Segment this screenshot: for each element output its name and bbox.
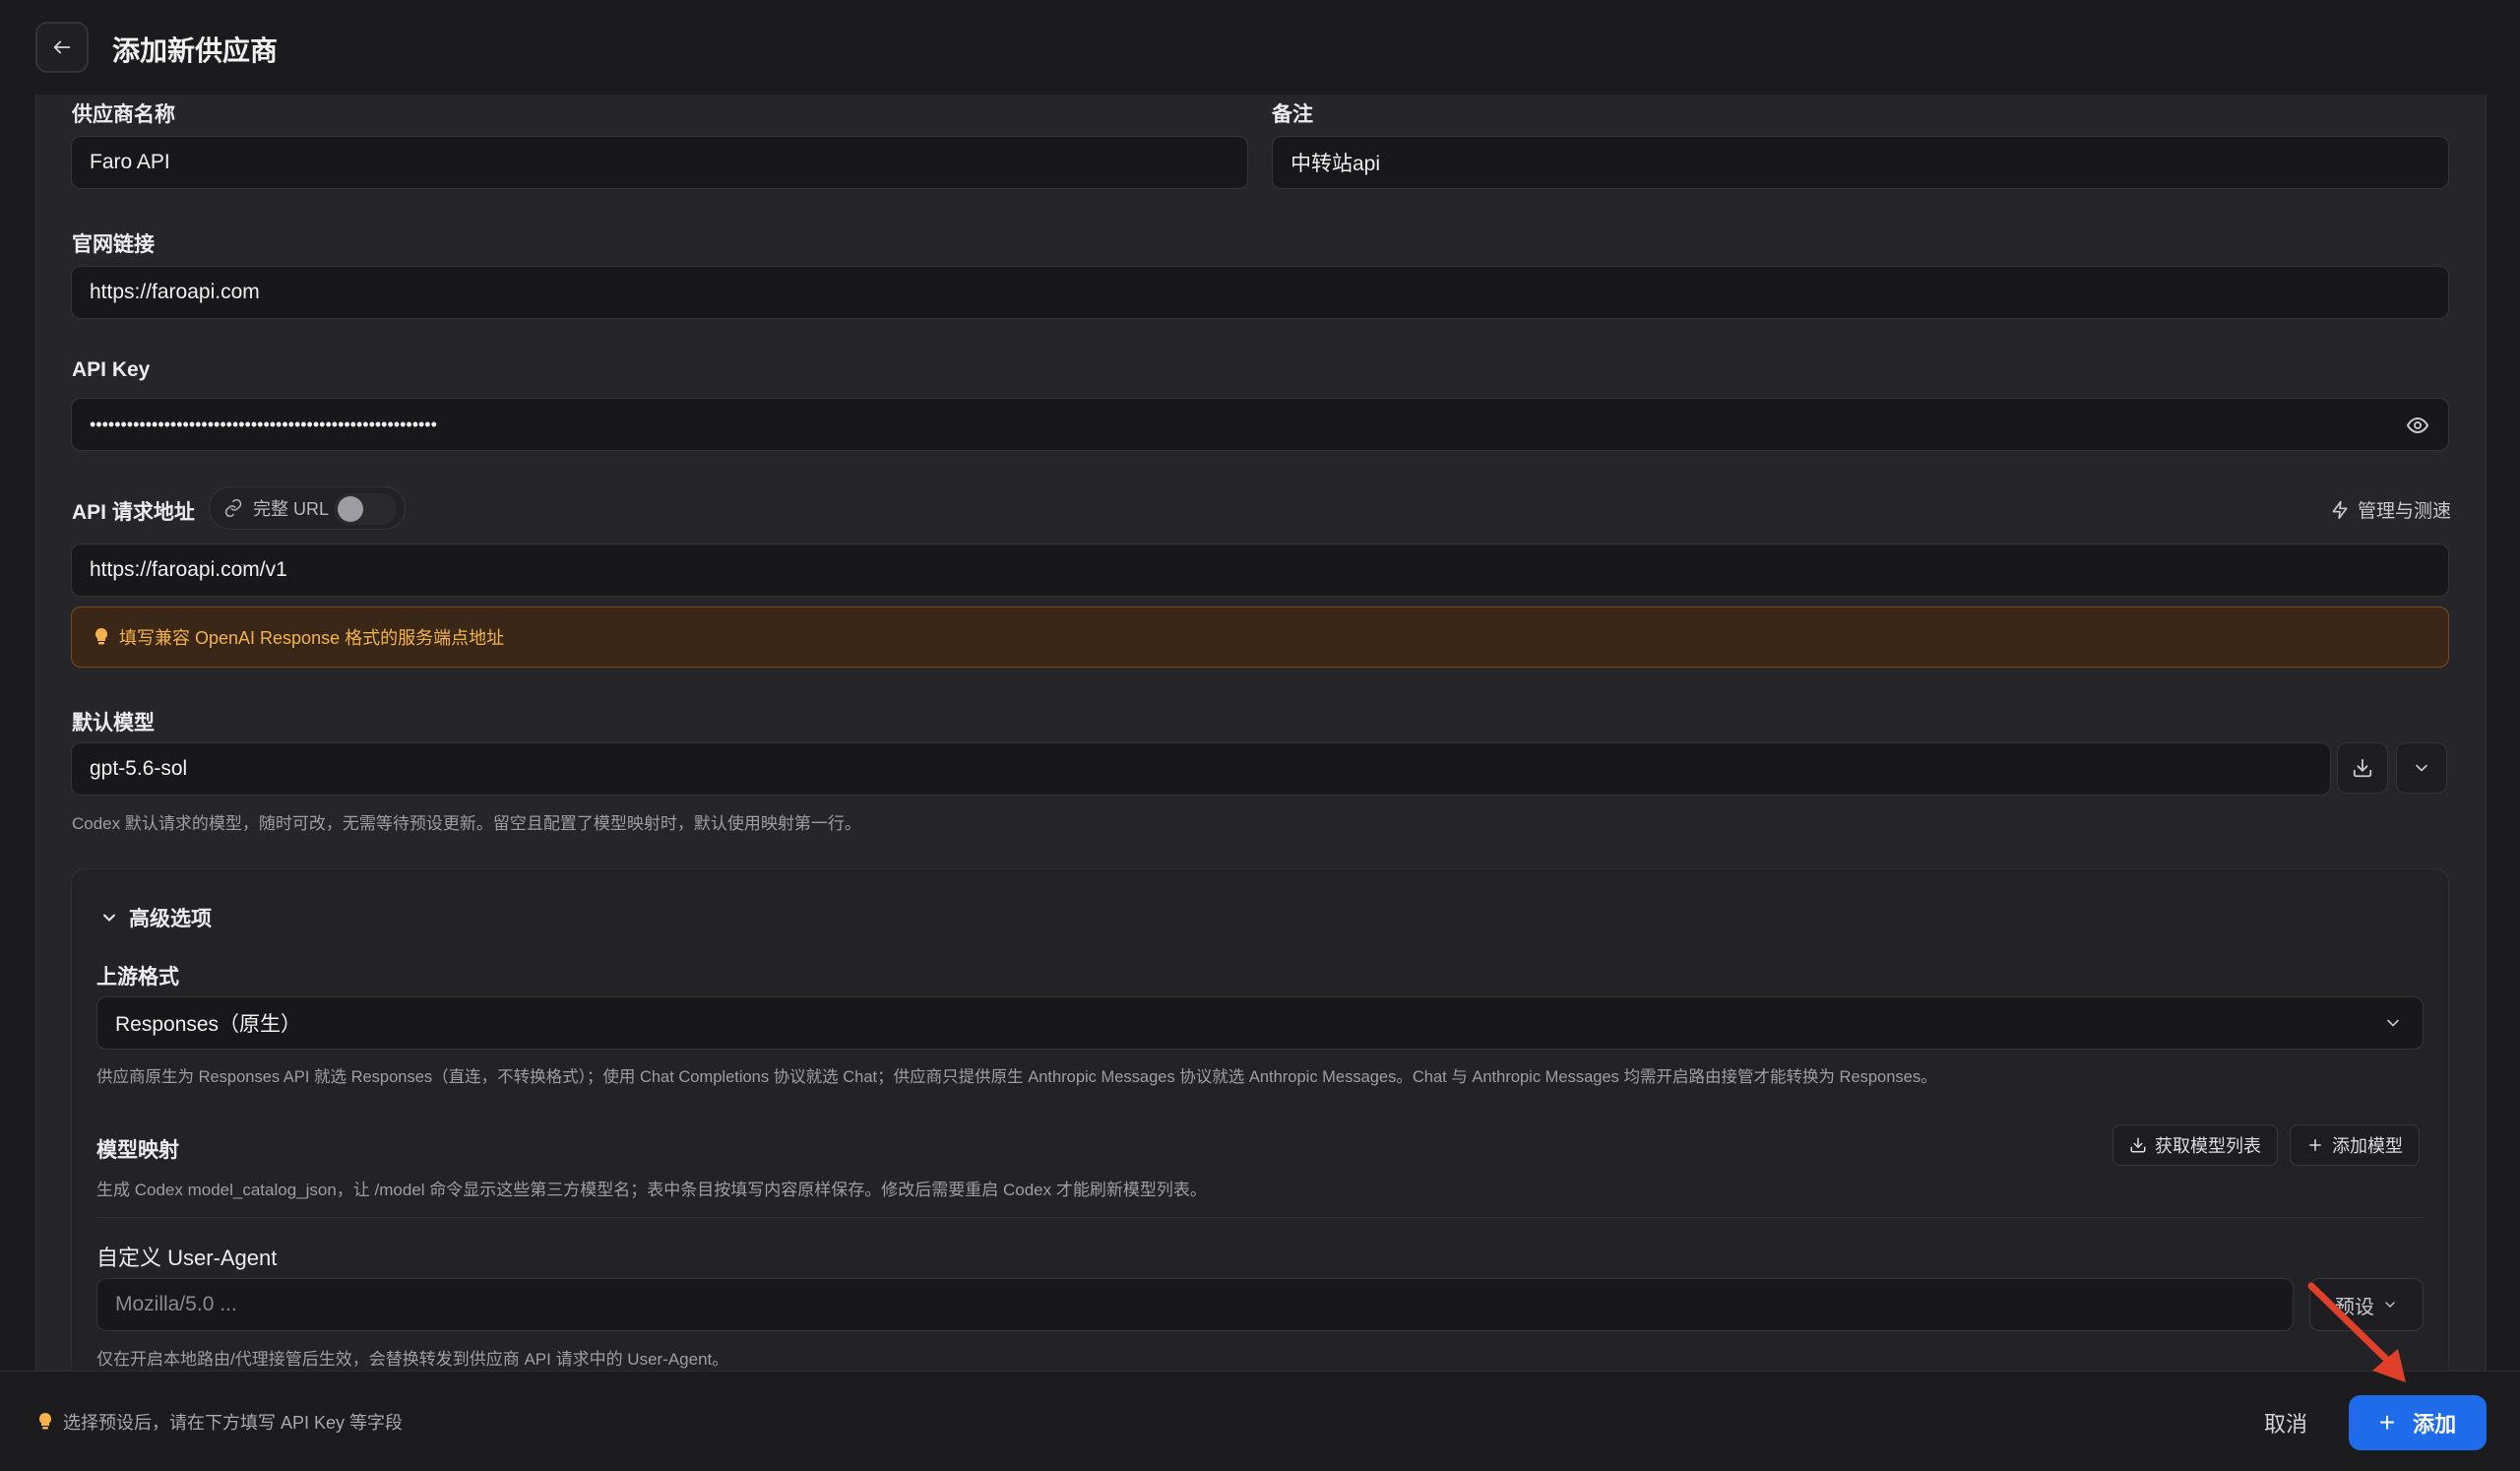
download-icon: [2353, 758, 2372, 778]
page: 添加新供应商 供应商名称 Faro API 备注 中转站api 官网链接 htt…: [0, 0, 2520, 1471]
lightning-icon: [2332, 500, 2348, 519]
link-icon: [224, 498, 242, 518]
default-model-hint: Codex 默认请求的模型，随时可改，无需等待预设更新。留空且配置了模型映射时，…: [72, 814, 861, 833]
endpoint-warning: 填写兼容 OpenAI Response 格式的服务端点地址: [71, 607, 2449, 668]
model-mapping-label: 模型映射: [96, 1139, 179, 1162]
model-mapping-hint: 生成 Codex model_catalog_json，让 /model 命令显…: [96, 1181, 1207, 1199]
provider-name-input[interactable]: Faro API: [71, 136, 1248, 189]
full-url-label: 完整 URL: [253, 499, 330, 519]
fetch-model-button[interactable]: [2337, 742, 2388, 794]
eye-icon[interactable]: [2406, 414, 2429, 437]
full-url-toggle[interactable]: 完整 URL: [209, 486, 406, 530]
chevron-down-icon: [103, 914, 115, 922]
footer-hint-text: 选择预设后，请在下方填写 API Key 等字段: [63, 1413, 404, 1433]
upstream-format-value: Responses（原生）: [115, 1013, 302, 1036]
user-agent-hint: 仅在开启本地路由/代理接管后生效，会替换转发到供应商 API 请求中的 User…: [96, 1350, 729, 1369]
lightbulb-icon: [94, 627, 108, 645]
upstream-format-select[interactable]: Responses（原生）: [96, 996, 2424, 1050]
fetch-model-list-label: 获取模型列表: [2155, 1136, 2261, 1156]
user-agent-label: 自定义 User-Agent: [96, 1246, 278, 1270]
upstream-format-label: 上游格式: [96, 966, 179, 989]
switch-knob: [338, 496, 363, 522]
api-key-label: API Key: [72, 358, 151, 381]
plus-icon: [2309, 1139, 2321, 1151]
add-model-button[interactable]: 添加模型: [2290, 1124, 2420, 1166]
preset-dropdown-button[interactable]: 预设: [2309, 1278, 2424, 1331]
chevron-down-icon: [2387, 1019, 2399, 1027]
website-label: 官网链接: [72, 233, 155, 256]
model-dropdown-button[interactable]: [2396, 742, 2447, 794]
section-divider: [96, 1217, 2424, 1218]
download-icon: [2130, 1137, 2146, 1153]
plus-icon: +: [2378, 1407, 2396, 1438]
user-agent-input[interactable]: Mozilla/5.0 ...: [96, 1278, 2294, 1331]
api-key-value: ••••••••••••••••••••••••••••••••••••••••…: [90, 414, 437, 434]
chevron-down-icon: [2385, 1302, 2395, 1308]
default-model-label: 默认模型: [72, 712, 155, 735]
user-agent-placeholder: Mozilla/5.0 ...: [115, 1293, 237, 1315]
cancel-button[interactable]: 取消: [2264, 1407, 2307, 1439]
advanced-options-label: 高级选项: [129, 908, 212, 930]
endpoint-label: API 请求地址: [72, 501, 195, 524]
footer-bar: 选择预设后，请在下方填写 API Key 等字段 取消 + 添加: [0, 1371, 2520, 1471]
add-button[interactable]: + 添加: [2349, 1395, 2487, 1450]
endpoint-warning-text: 填写兼容 OpenAI Response 格式的服务端点地址: [119, 628, 505, 648]
provider-name-label: 供应商名称: [72, 103, 175, 126]
lightbulb-icon: [38, 1412, 52, 1430]
footer-hint: 选择预设后，请在下方填写 API Key 等字段: [37, 1409, 403, 1435]
page-title: 添加新供应商: [112, 35, 279, 66]
back-button[interactable]: [35, 22, 89, 73]
website-input[interactable]: https://faroapi.com: [71, 266, 2449, 319]
notes-label: 备注: [1272, 103, 1313, 126]
full-url-switch[interactable]: [334, 493, 397, 525]
manage-speedtest-label: 管理与测速: [2357, 501, 2451, 522]
api-key-input[interactable]: ••••••••••••••••••••••••••••••••••••••••…: [71, 398, 2449, 451]
add-model-label: 添加模型: [2332, 1136, 2403, 1156]
manage-speedtest-link[interactable]: 管理与测速: [2330, 496, 2451, 523]
endpoint-input[interactable]: https://faroapi.com/v1: [71, 544, 2449, 597]
notes-input[interactable]: 中转站api: [1272, 136, 2449, 189]
arrow-left-icon: [53, 40, 71, 54]
advanced-options-toggle[interactable]: 高级选项: [99, 903, 212, 932]
upstream-format-hint: 供应商原生为 Responses API 就选 Responses（直连，不转换…: [96, 1068, 1937, 1086]
chevron-down-icon: [2416, 764, 2427, 772]
fetch-model-list-button[interactable]: 获取模型列表: [2112, 1124, 2278, 1166]
default-model-input[interactable]: gpt-5.6-sol: [71, 742, 2331, 796]
preset-label: 预设: [2335, 1296, 2374, 1318]
header: 添加新供应商: [0, 0, 2520, 95]
add-button-label: 添加: [2413, 1412, 2457, 1437]
